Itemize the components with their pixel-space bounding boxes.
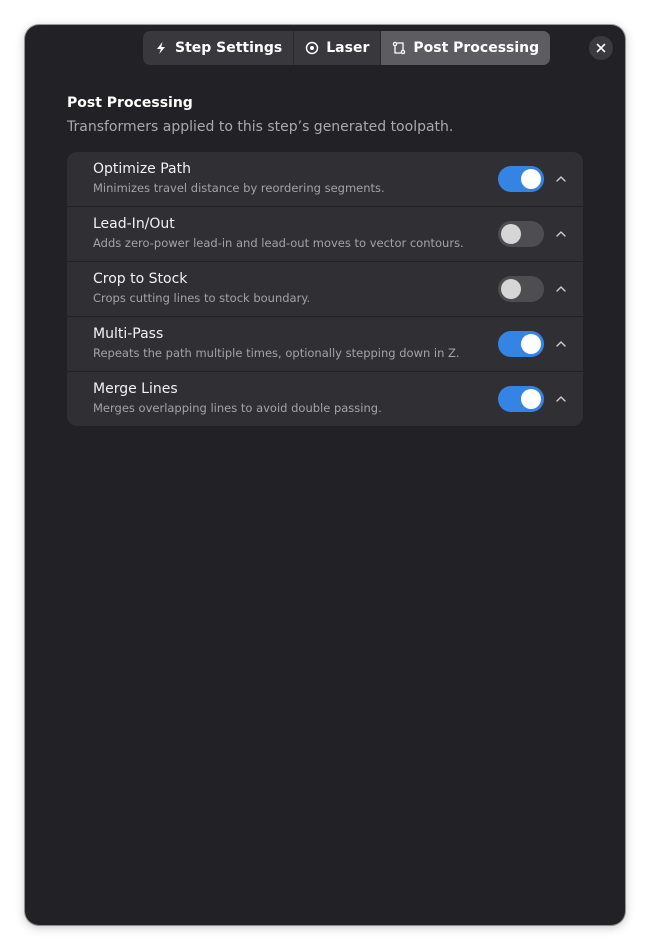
chevron-up-icon[interactable] bbox=[554, 336, 568, 350]
chevron-up-icon[interactable] bbox=[554, 391, 568, 405]
transformer-row-merge-lines: Merge Lines Merges overlapping lines to … bbox=[67, 372, 583, 426]
dialog-window: Step Settings Laser Post Processing Post… bbox=[25, 25, 625, 925]
tab-label: Laser bbox=[326, 40, 370, 56]
optimize-path-toggle[interactable] bbox=[498, 166, 544, 192]
multi-pass-toggle[interactable] bbox=[498, 331, 544, 357]
toggle-knob bbox=[521, 169, 541, 189]
transformer-row-lead-in-out: Lead-In/Out Adds zero-power lead-in and … bbox=[67, 207, 583, 262]
target-icon bbox=[305, 41, 319, 55]
toggle-knob bbox=[521, 389, 541, 409]
row-description: Crops cutting lines to stock boundary. bbox=[93, 291, 311, 305]
close-icon bbox=[596, 43, 606, 53]
transform-icon bbox=[392, 41, 406, 55]
chevron-up-icon[interactable] bbox=[554, 171, 568, 185]
transformer-row-crop-to-stock: Crop to Stock Crops cutting lines to sto… bbox=[67, 262, 583, 317]
merge-lines-toggle[interactable] bbox=[498, 386, 544, 412]
section-title: Post Processing bbox=[67, 95, 193, 111]
chevron-up-icon[interactable] bbox=[554, 281, 568, 295]
row-description: Repeats the path multiple times, optiona… bbox=[93, 346, 460, 360]
row-title: Crop to Stock bbox=[93, 271, 188, 287]
lead-in-out-toggle[interactable] bbox=[498, 221, 544, 247]
row-description: Minimizes travel distance by reordering … bbox=[93, 181, 385, 195]
row-description: Adds zero-power lead-in and lead-out mov… bbox=[93, 236, 464, 250]
lightning-icon bbox=[154, 41, 168, 55]
transformer-list: Optimize Path Minimizes travel distance … bbox=[67, 152, 583, 426]
toggle-knob bbox=[521, 334, 541, 354]
toggle-knob bbox=[501, 279, 521, 299]
section-description: Transformers applied to this step’s gene… bbox=[67, 119, 454, 135]
tab-step-settings[interactable]: Step Settings bbox=[143, 31, 295, 65]
row-title: Lead-In/Out bbox=[93, 216, 175, 232]
view-switcher: Step Settings Laser Post Processing bbox=[143, 31, 551, 65]
row-title: Optimize Path bbox=[93, 161, 191, 177]
tab-laser[interactable]: Laser bbox=[294, 31, 382, 65]
tab-post-processing[interactable]: Post Processing bbox=[381, 31, 551, 65]
row-description: Merges overlapping lines to avoid double… bbox=[93, 401, 382, 415]
row-title: Multi-Pass bbox=[93, 326, 164, 342]
tab-label: Step Settings bbox=[175, 40, 283, 56]
row-title: Merge Lines bbox=[93, 381, 178, 397]
chevron-up-icon[interactable] bbox=[554, 226, 568, 240]
crop-to-stock-toggle[interactable] bbox=[498, 276, 544, 302]
close-button[interactable] bbox=[589, 36, 613, 60]
transformer-row-optimize-path: Optimize Path Minimizes travel distance … bbox=[67, 152, 583, 207]
transformer-row-multi-pass: Multi-Pass Repeats the path multiple tim… bbox=[67, 317, 583, 372]
tab-label: Post Processing bbox=[413, 40, 540, 56]
toggle-knob bbox=[501, 224, 521, 244]
